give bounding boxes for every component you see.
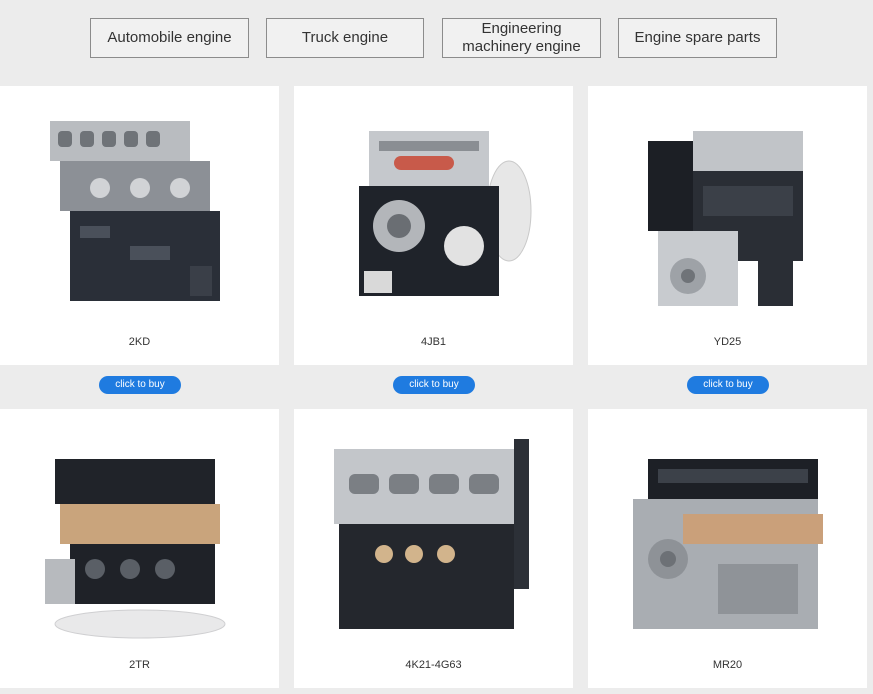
product-card-yd25[interactable]: YD25 (588, 86, 867, 365)
product-card-2kd[interactable]: 2KD (0, 86, 279, 365)
category-tabs: Automobile engine Truck engine Engineeri… (0, 18, 873, 60)
product-name: 4JB1 (420, 336, 447, 348)
click-to-buy-button[interactable]: click to buy (393, 376, 475, 394)
product-card-4k21-4g63[interactable]: 4K21-4G63 (294, 409, 573, 688)
product-name: 4K21-4G63 (405, 659, 462, 671)
product-card-2tr[interactable]: 2TR (0, 409, 279, 688)
product-name: 2TR (129, 659, 150, 671)
product-page: Automobile engine Truck engine Engineeri… (0, 0, 873, 694)
tab-automobile-engine[interactable]: Automobile engine (90, 18, 249, 58)
tab-engineering-machinery-engine[interactable]: Engineering machinery engine (442, 18, 601, 58)
engine-image[interactable] (628, 439, 828, 639)
product-card-4jb1[interactable]: 4JB1 (294, 86, 573, 365)
engine-image[interactable] (40, 439, 240, 639)
engine-image[interactable] (334, 439, 534, 639)
engine-image[interactable] (334, 116, 534, 316)
click-to-buy-button[interactable]: click to buy (687, 376, 769, 394)
product-name: MR20 (712, 659, 743, 671)
engine-image[interactable] (40, 116, 240, 316)
product-name: 2KD (128, 336, 151, 348)
engine-image[interactable] (628, 116, 828, 316)
product-card-mr20[interactable]: MR20 (588, 409, 867, 688)
product-name: YD25 (713, 336, 742, 348)
tab-engine-spare-parts[interactable]: Engine spare parts (618, 18, 777, 58)
tab-truck-engine[interactable]: Truck engine (266, 18, 424, 58)
click-to-buy-button[interactable]: click to buy (99, 376, 181, 394)
